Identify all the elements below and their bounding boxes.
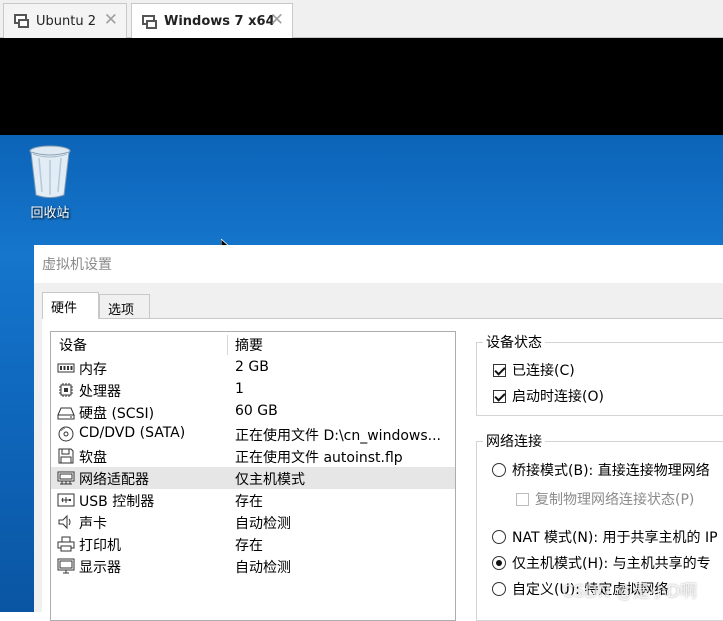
cpu-icon (59, 383, 73, 397)
vm-settings-dialog: 虚拟机设置 硬件 选项 设备 摘要 内存 2 GB 处理器 1 硬盘 (SCSI… (34, 245, 723, 621)
device-list-header: 设备 摘要 (51, 332, 455, 357)
radio-nat[interactable]: NAT 模式(N): 用于共享主机的 IP (492, 527, 718, 547)
recycle-bin-label: 回收站 (30, 206, 70, 221)
printer-icon (57, 536, 75, 552)
replicate-physical-state-checkbox[interactable]: 复制物理网络连接状态(P) (516, 489, 694, 509)
device-row-harddisk[interactable]: 硬盘 (SCSI) 60 GB (51, 401, 455, 423)
connected-checkbox[interactable]: 已连接(C) (493, 360, 575, 380)
radio-circle[interactable] (492, 530, 506, 544)
connect-at-power-on-label: 启动时连接(O) (512, 389, 604, 405)
vm-tab-windows-7[interactable]: Windows 7 x64 ✕ (131, 3, 293, 39)
floppy-icon (58, 448, 74, 464)
device-row-cd-dvd[interactable]: CD/DVD (SATA) 正在使用文件 D:\cn_windows... (51, 423, 455, 445)
device-summary: 正在使用文件 autoinst.flp (235, 450, 403, 466)
vm-tab-label: Ubuntu 2 (36, 13, 96, 29)
device-row-floppy[interactable]: 软盘 正在使用文件 autoinst.flp (51, 445, 455, 467)
radio-circle[interactable] (492, 556, 506, 570)
network-connection-title: 网络连接 (483, 431, 545, 451)
device-name: 网络适配器 (79, 472, 149, 488)
device-status-title: 设备状态 (483, 332, 545, 352)
radio-bridged-label: 桥接模式(B): 直接连接物理网络 (512, 463, 710, 479)
usb-icon (57, 493, 75, 507)
network-adapter-icon (57, 471, 75, 485)
device-list[interactable]: 设备 摘要 内存 2 GB 处理器 1 硬盘 (SCSI) 60 GB CD/D… (50, 331, 456, 621)
vm-tab-bar: Ubuntu 2 ✕ Windows 7 x64 ✕ (0, 0, 723, 39)
device-summary: 2 GB (235, 359, 269, 375)
device-summary: 60 GB (235, 403, 278, 419)
device-name: 内存 (79, 362, 107, 378)
vm-icon (142, 14, 158, 29)
memory-icon (57, 363, 75, 373)
recycle-bin-shortcut[interactable]: 回收站 (20, 144, 80, 221)
device-name: 处理器 (79, 384, 121, 400)
device-row-usb-controller[interactable]: USB 控制器 存在 (51, 489, 455, 511)
device-row-sound-card[interactable]: 声卡 自动检测 (51, 511, 455, 533)
device-row-network-adapter[interactable]: 网络适配器 仅主机模式 (51, 467, 455, 489)
connect-at-power-on-checkbox[interactable]: 启动时连接(O) (493, 386, 604, 406)
vm-tab-ubuntu-2[interactable]: Ubuntu 2 ✕ (3, 3, 127, 38)
device-name: 打印机 (79, 538, 121, 554)
radio-circle[interactable] (492, 582, 506, 596)
connected-label: 已连接(C) (512, 363, 575, 379)
device-row-printer[interactable]: 打印机 存在 (51, 533, 455, 555)
vm-icon (14, 14, 30, 28)
checkbox-box[interactable] (493, 389, 506, 403)
device-summary: 自动检测 (235, 560, 291, 576)
column-header-device[interactable]: 设备 (59, 335, 87, 355)
device-summary: 仅主机模式 (235, 472, 305, 488)
device-row-processor[interactable]: 处理器 1 (51, 379, 455, 401)
close-icon[interactable]: ✕ (270, 11, 284, 29)
close-icon[interactable]: ✕ (104, 11, 118, 29)
radio-host-only-label: 仅主机模式(H): 与主机共享的专 (512, 556, 711, 572)
replicate-physical-state-label: 复制物理网络连接状态(P) (535, 492, 695, 508)
device-name: 显示器 (79, 560, 121, 576)
device-name: 硬盘 (SCSI) (79, 406, 155, 422)
device-name: CD/DVD (SATA) (79, 425, 186, 441)
radio-nat-label: NAT 模式(N): 用于共享主机的 IP (512, 530, 718, 546)
device-name: 声卡 (79, 516, 107, 532)
harddisk-icon (57, 407, 75, 420)
vm-tab-label: Windows 7 x64 (164, 14, 275, 29)
column-separator (227, 335, 228, 355)
watermark: CSDN @是小D啊 (562, 582, 697, 602)
checkbox-box[interactable] (516, 492, 529, 506)
monitor-icon (57, 558, 75, 574)
recycle-bin-icon (29, 145, 71, 198)
cd-dvd-icon (58, 426, 74, 442)
speaker-icon (58, 514, 71, 530)
tab-options[interactable]: 选项 (99, 294, 150, 318)
column-header-summary[interactable]: 摘要 (235, 335, 263, 355)
device-row-display[interactable]: 显示器 自动检测 (51, 555, 455, 577)
dialog-title: 虚拟机设置 (34, 245, 723, 283)
radio-host-only[interactable]: 仅主机模式(H): 与主机共享的专 (492, 553, 711, 573)
radio-circle[interactable] (492, 463, 506, 477)
device-name: 软盘 (79, 450, 107, 466)
radio-bridged[interactable]: 桥接模式(B): 直接连接物理网络 (492, 460, 710, 480)
device-summary: 正在使用文件 D:\cn_windows... (235, 428, 441, 444)
device-name: USB 控制器 (79, 494, 155, 510)
device-summary: 1 (235, 381, 244, 397)
device-summary: 存在 (235, 494, 263, 510)
vm-console-black-area (0, 38, 723, 135)
device-summary: 存在 (235, 538, 263, 554)
device-summary: 自动检测 (235, 516, 291, 532)
device-row-memory[interactable]: 内存 2 GB (51, 357, 455, 379)
tab-hardware[interactable]: 硬件 (42, 292, 99, 319)
checkbox-box[interactable] (493, 363, 506, 377)
